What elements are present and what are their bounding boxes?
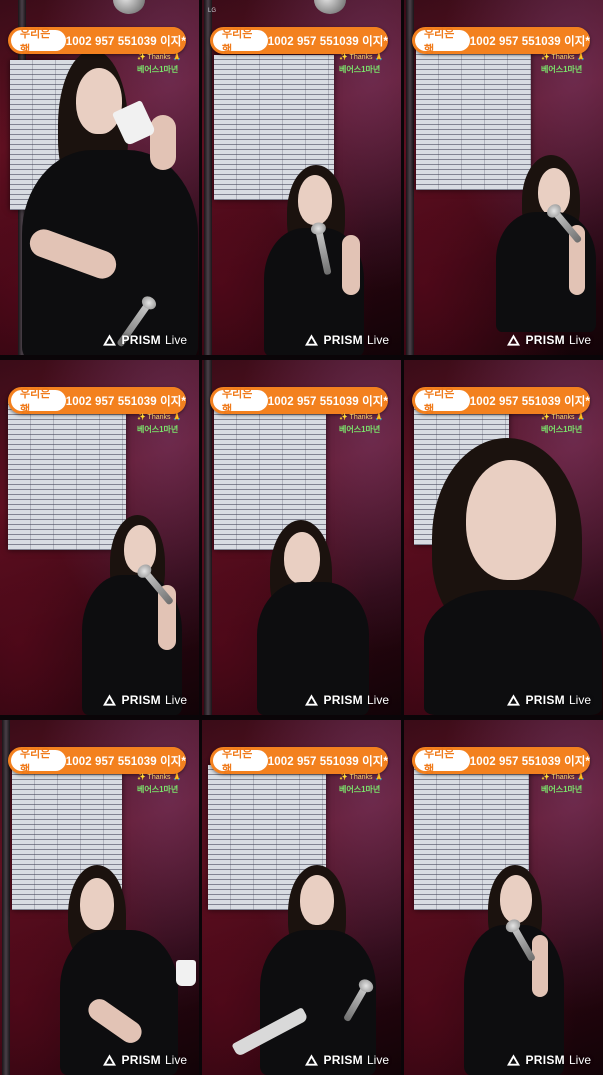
subtitle-label: 베어스1마년 <box>339 425 381 434</box>
video-frame-4: 우리은행 1002 957 551039 이지* ✨ Thanks 🙏 베어스1… <box>0 360 199 715</box>
video-frame-8: 우리은행 1002 957 551039 이지* ✨ Thanks 🙏 베어스1… <box>202 720 401 1075</box>
donation-banner: 우리은행 1002 957 551039 이지* <box>8 27 186 54</box>
bank-name-label: 우리은행 <box>415 748 470 774</box>
sparkle-icon: ✨ <box>137 774 146 781</box>
donation-banner: 우리은행 1002 957 551039 이지* <box>412 27 590 54</box>
sparkle-icon: ✨ <box>339 774 348 781</box>
subtitle-label: 베어스1마년 <box>339 65 381 74</box>
subtitle-label: 베어스1마년 <box>137 65 179 74</box>
subtitle-label: 베어스1마년 <box>137 785 179 794</box>
video-frame-2: LG 우리은행 1002 957 551039 이지* ✨ Thanks 🙏 베… <box>202 0 401 355</box>
thanks-label: ✨ Thanks 🙏 <box>339 414 384 421</box>
prism-live-watermark: PRISM Live <box>103 1053 187 1067</box>
prism-live-watermark: PRISM Live <box>103 333 187 347</box>
sparkle-icon: ✨ <box>541 414 550 421</box>
video-frame-3: 우리은행 1002 957 551039 이지* ✨ Thanks 🙏 베어스1… <box>404 0 603 355</box>
sparkle-icon: ✨ <box>541 774 550 781</box>
prism-triangle-icon <box>507 694 521 706</box>
bank-name-label: 우리은행 <box>11 748 66 774</box>
prism-triangle-icon <box>507 334 521 346</box>
prism-triangle-icon <box>507 1054 521 1066</box>
account-number: 1002 957 551039 이지* <box>65 387 186 414</box>
thanks-label: ✨ Thanks 🙏 <box>339 774 384 781</box>
bank-name-label: 우리은행 <box>213 388 268 414</box>
bank-name-label: 우리은행 <box>11 388 66 414</box>
donation-banner: 우리은행 1002 957 551039 이지* <box>210 387 388 414</box>
bank-name-label: 우리은행 <box>213 748 268 774</box>
prism-triangle-icon <box>305 694 319 706</box>
prism-live-watermark: PRISM Live <box>507 693 591 707</box>
video-frame-7: 우리은행 1002 957 551039 이지* ✨ Thanks 🙏 베어스1… <box>0 720 199 1075</box>
song-list-board <box>416 40 531 190</box>
account-number: 1002 957 551039 이지* <box>65 747 186 774</box>
video-frame-5: 우리은행 1002 957 551039 이지* ✨ Thanks 🙏 베어스1… <box>202 360 401 715</box>
lg-logo: LG <box>208 8 217 14</box>
account-number: 1002 957 551039 이지* <box>267 747 388 774</box>
subtitle-label: 베어스1마년 <box>541 425 583 434</box>
donation-banner: 우리은행 1002 957 551039 이지* <box>8 387 186 414</box>
prism-live-watermark: PRISM Live <box>305 1053 389 1067</box>
sparkle-icon: ✨ <box>541 54 550 61</box>
prism-live-watermark: PRISM Live <box>507 1053 591 1067</box>
subtitle-label: 베어스1마년 <box>339 785 381 794</box>
song-list-board <box>8 400 126 550</box>
prism-triangle-icon <box>305 1054 319 1066</box>
prism-triangle-icon <box>305 334 319 346</box>
paper-cup <box>176 960 196 986</box>
thanks-label: ✨ Thanks 🙏 <box>541 774 586 781</box>
prism-triangle-icon <box>103 694 117 706</box>
donation-banner: 우리은행 1002 957 551039 이지* <box>412 387 590 414</box>
account-number: 1002 957 551039 이지* <box>267 387 388 414</box>
subtitle-label: 베어스1마년 <box>137 425 179 434</box>
account-number: 1002 957 551039 이지* <box>65 27 186 54</box>
donation-banner: 우리은행 1002 957 551039 이지* <box>412 747 590 774</box>
account-number: 1002 957 551039 이지* <box>469 747 590 774</box>
video-frame-grid: 우리은행 1002 957 551039 이지* ✨ Thanks 🙏 베어스1… <box>0 0 603 1075</box>
thanks-label: ✨ Thanks 🙏 <box>339 54 384 61</box>
donation-banner: 우리은행 1002 957 551039 이지* <box>210 747 388 774</box>
sparkle-icon: ✨ <box>339 54 348 61</box>
bank-name-label: 우리은행 <box>415 388 470 414</box>
account-number: 1002 957 551039 이지* <box>267 27 388 54</box>
account-number: 1002 957 551039 이지* <box>469 27 590 54</box>
thanks-label: ✨ Thanks 🙏 <box>137 414 182 421</box>
sparkle-icon: ✨ <box>137 414 146 421</box>
prism-live-watermark: PRISM Live <box>305 333 389 347</box>
account-number: 1002 957 551039 이지* <box>469 387 590 414</box>
donation-banner: 우리은행 1002 957 551039 이지* <box>8 747 186 774</box>
video-frame-6: 우리은행 1002 957 551039 이지* ✨ Thanks 🙏 베어스1… <box>404 360 603 715</box>
thanks-label: ✨ Thanks 🙏 <box>541 54 586 61</box>
thanks-label: ✨ Thanks 🙏 <box>137 54 182 61</box>
bank-name-label: 우리은행 <box>213 28 268 54</box>
bank-name-label: 우리은행 <box>415 28 470 54</box>
donation-banner: 우리은행 1002 957 551039 이지* <box>210 27 388 54</box>
thanks-label: ✨ Thanks 🙏 <box>541 414 586 421</box>
subtitle-label: 베어스1마년 <box>541 65 583 74</box>
prism-triangle-icon <box>103 1054 117 1066</box>
bank-name-label: 우리은행 <box>11 28 66 54</box>
prism-live-watermark: PRISM Live <box>507 333 591 347</box>
video-frame-9: 우리은행 1002 957 551039 이지* ✨ Thanks 🙏 베어스1… <box>404 720 603 1075</box>
prism-live-watermark: PRISM Live <box>103 693 187 707</box>
sparkle-icon: ✨ <box>137 54 146 61</box>
thanks-label: ✨ Thanks 🙏 <box>137 774 182 781</box>
prism-triangle-icon <box>103 334 117 346</box>
subtitle-label: 베어스1마년 <box>541 785 583 794</box>
video-frame-1: 우리은행 1002 957 551039 이지* ✨ Thanks 🙏 베어스1… <box>0 0 199 355</box>
prism-live-watermark: PRISM Live <box>305 693 389 707</box>
sparkle-icon: ✨ <box>339 414 348 421</box>
